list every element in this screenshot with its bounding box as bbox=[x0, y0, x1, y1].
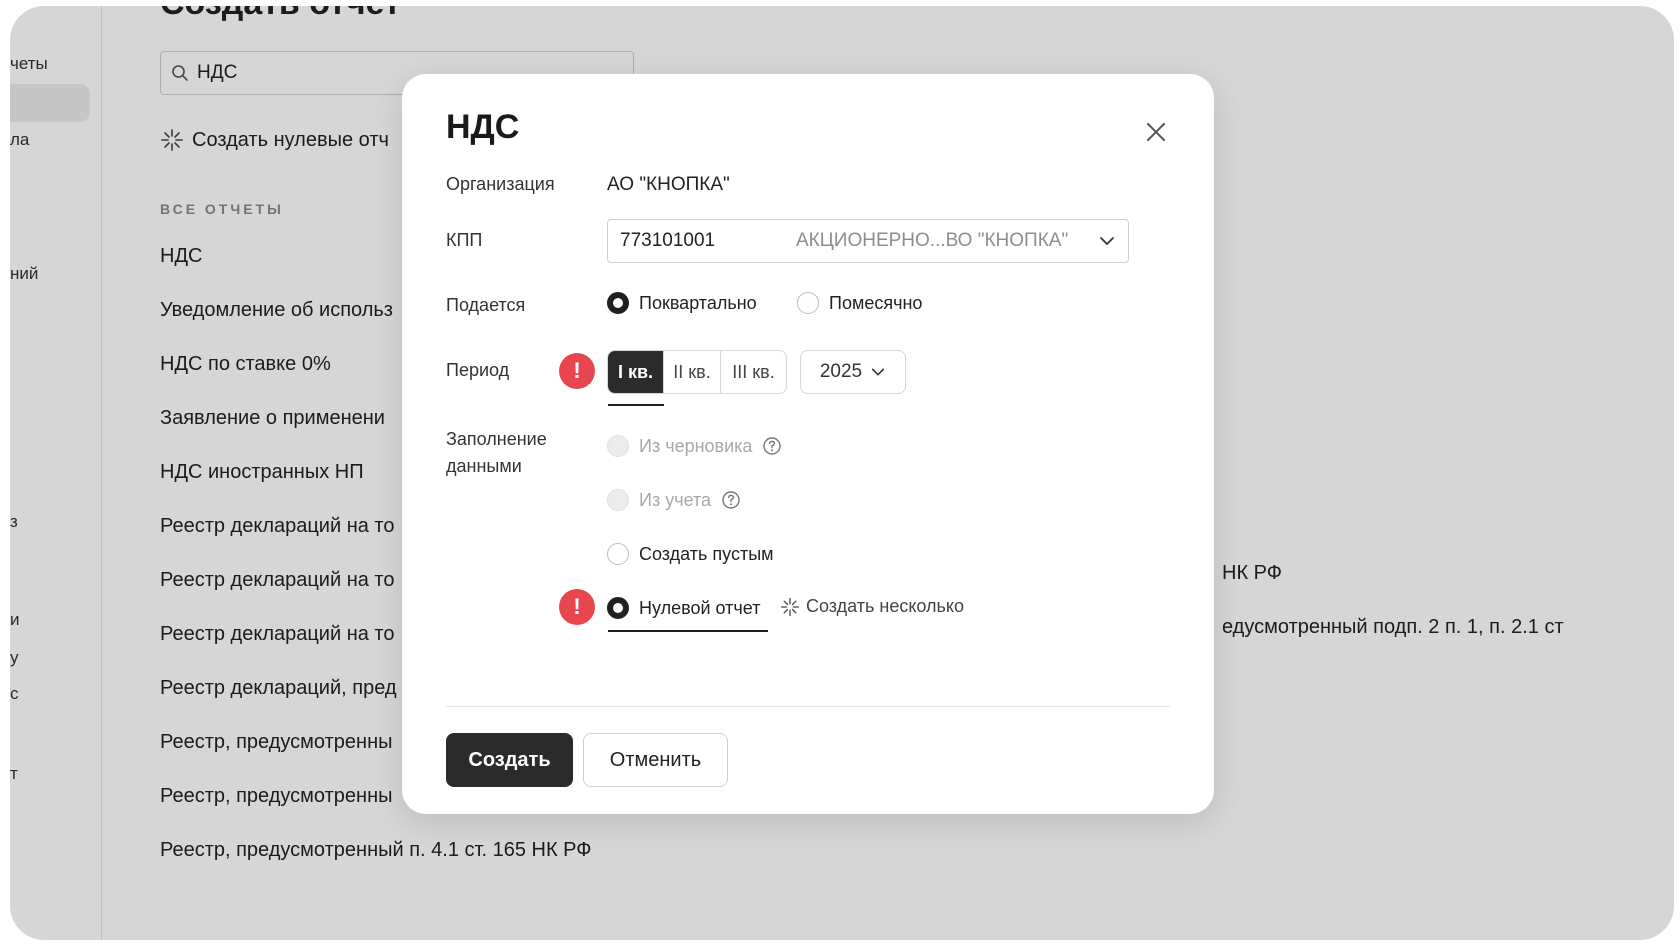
create-several-label: Создать несколько bbox=[806, 596, 965, 616]
create-several-link[interactable]: Создать несколько bbox=[780, 596, 964, 617]
radio-checked-indicator bbox=[607, 597, 629, 619]
dialog-footer-divider bbox=[446, 706, 1170, 707]
radio-unchecked-indicator bbox=[607, 543, 629, 565]
sparkle-icon bbox=[781, 597, 799, 616]
zero-report-active-underline bbox=[608, 630, 768, 632]
submit-frequency-label: Подается bbox=[446, 295, 526, 315]
year-value: 2025 bbox=[819, 361, 863, 382]
period-label: Период bbox=[446, 360, 510, 380]
organization-label: Организация bbox=[446, 174, 555, 194]
kpp-select[interactable]: 773101001 АКЦИОНЕРНО...ВО "КНОПКА" bbox=[607, 219, 1129, 263]
radio-zero-report-label: Нулевой отчет bbox=[639, 597, 761, 618]
radio-monthly-label: Помесячно bbox=[829, 292, 923, 313]
year-select[interactable]: 2025 bbox=[800, 350, 906, 394]
radio-disabled-indicator bbox=[607, 489, 629, 511]
close-icon[interactable] bbox=[1142, 118, 1170, 146]
radio-from-draft-label: Из черновика bbox=[639, 435, 753, 456]
kpp-organization-name: АКЦИОНЕРНО...ВО "КНОПКА" bbox=[796, 230, 1069, 251]
radio-checked-indicator bbox=[607, 292, 629, 314]
quarter-active-underline bbox=[608, 404, 664, 406]
quarter-q1[interactable]: I кв. bbox=[608, 351, 664, 393]
zero-report-warning-icon: ! bbox=[559, 589, 595, 625]
quarter-q2[interactable]: II кв. bbox=[664, 351, 721, 393]
kpp-code: 773101001 bbox=[620, 230, 716, 251]
help-icon[interactable] bbox=[762, 436, 782, 456]
chevron-down-icon bbox=[1100, 237, 1114, 245]
radio-disabled-indicator bbox=[607, 435, 629, 457]
radio-quarterly[interactable]: Поквартально bbox=[607, 292, 757, 314]
radio-quarterly-label: Поквартально bbox=[639, 292, 757, 313]
radio-from-accounting[interactable]: Из учета bbox=[607, 489, 741, 511]
radio-zero-report[interactable]: Нулевой отчет bbox=[607, 597, 760, 619]
organization-value: АО "КНОПКА" bbox=[607, 174, 730, 195]
create-button[interactable]: Создать bbox=[446, 733, 573, 787]
chevron-down-icon bbox=[872, 368, 885, 376]
create-report-dialog: НДС Организация АО "КНОПКА" КПП 77310100… bbox=[402, 74, 1214, 814]
fill-data-label-line2: данными bbox=[446, 456, 522, 476]
kpp-label: КПП bbox=[446, 230, 483, 250]
radio-from-accounting-label: Из учета bbox=[639, 489, 712, 510]
radio-monthly[interactable]: Помесячно bbox=[797, 292, 922, 314]
radio-create-empty[interactable]: Создать пустым bbox=[607, 543, 774, 565]
quarter-selector: I кв. II кв. III кв. bbox=[607, 350, 787, 394]
radio-unchecked-indicator bbox=[797, 292, 819, 314]
fill-data-label-line1: Заполнение bbox=[446, 429, 547, 449]
cancel-button[interactable]: Отменить bbox=[583, 733, 728, 787]
dialog-title: НДС bbox=[446, 108, 520, 146]
radio-from-draft[interactable]: Из черновика bbox=[607, 435, 782, 457]
period-warning-icon: ! bbox=[559, 353, 595, 389]
quarter-q3[interactable]: III кв. bbox=[721, 351, 786, 393]
radio-create-empty-label: Создать пустым bbox=[639, 543, 774, 564]
help-icon[interactable] bbox=[721, 490, 741, 510]
